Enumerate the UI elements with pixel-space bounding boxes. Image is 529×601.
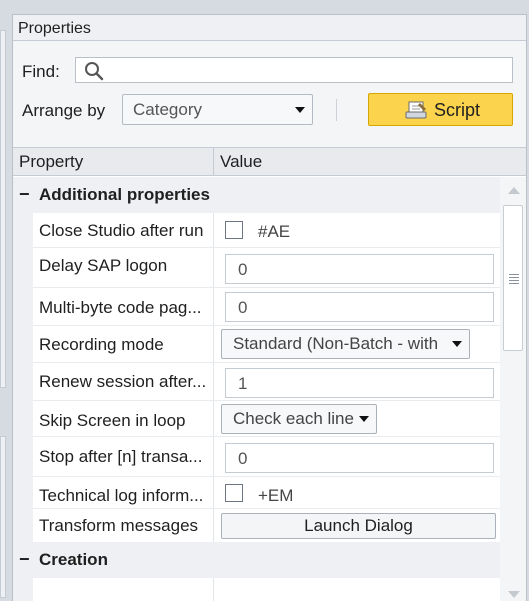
docked-panel-edge-lower[interactable] — [0, 436, 6, 598]
property-name: Technical log inform... — [39, 486, 204, 505]
column-divider[interactable] — [213, 148, 214, 176]
property-grid: Property Value − Additional properties C… — [13, 147, 526, 601]
scroll-up-icon[interactable] — [508, 187, 520, 194]
checkbox-text: #AE — [258, 222, 291, 241]
property-name: Renew session after... — [39, 372, 207, 391]
grip-line — [509, 277, 519, 278]
property-name: Delay SAP logon — [39, 256, 168, 275]
chevron-down-icon — [359, 416, 369, 422]
arrange-by-value: Category — [133, 100, 202, 119]
row-gutter — [13, 477, 33, 509]
row-gutter — [13, 326, 33, 363]
property-name: Transform messages — [39, 516, 199, 535]
script-button-label: Script — [434, 100, 481, 120]
column-line — [213, 248, 214, 288]
find-label: Find: — [22, 62, 60, 81]
property-row-technical-log[interactable]: Technical log inform... +EM — [13, 477, 500, 509]
skip-screen-value: Check each line — [233, 409, 354, 428]
arrange-by-label: Arrange by — [22, 101, 106, 120]
checkbox-text: +EM — [258, 486, 294, 505]
column-line — [213, 437, 214, 477]
renew-session-input[interactable]: 1 — [225, 368, 494, 398]
grip-line — [509, 274, 519, 275]
row-gutter — [13, 288, 33, 326]
chevron-down-icon — [295, 107, 305, 113]
grip-line — [509, 280, 519, 281]
column-header-value[interactable]: Value — [220, 152, 262, 172]
row-gutter — [13, 437, 33, 477]
collapse-icon[interactable]: − — [19, 184, 30, 205]
scroll-down-icon[interactable] — [508, 591, 520, 598]
search-icon — [85, 62, 104, 81]
technical-log-checkbox[interactable] — [225, 484, 243, 502]
property-row-transform-messages[interactable]: Transform messages Launch Dialog — [13, 509, 500, 542]
column-line — [213, 477, 214, 509]
row-gutter — [13, 401, 33, 437]
property-row-multi-byte[interactable]: Multi-byte code pag... 0 — [13, 288, 500, 326]
column-line — [213, 401, 214, 437]
arrange-by-select[interactable]: Category — [122, 94, 313, 125]
launch-dialog-button[interactable]: Launch Dialog — [221, 513, 496, 539]
script-icon — [405, 101, 427, 119]
property-row-stop-after[interactable]: Stop after [n] transa... 0 — [13, 437, 500, 477]
panel-title: Properties — [13, 15, 526, 41]
column-header-property[interactable]: Property — [19, 152, 83, 172]
collapse-icon[interactable]: − — [19, 549, 30, 570]
grip-line — [509, 283, 519, 284]
property-row-close-studio[interactable]: Close Studio after run #AE — [13, 213, 500, 248]
stop-after-input[interactable]: 0 — [225, 443, 494, 473]
find-input[interactable] — [75, 57, 513, 83]
category-additional-properties[interactable]: − Additional properties — [13, 177, 500, 213]
property-row-renew-session[interactable]: Renew session after... 1 — [13, 363, 500, 401]
toolbar-separator — [336, 99, 337, 121]
property-name: Recording mode — [39, 335, 164, 354]
script-button[interactable]: Script — [368, 93, 513, 126]
delay-sap-logon-input[interactable]: 0 — [225, 254, 494, 284]
row-gutter — [13, 363, 33, 401]
close-studio-checkbox[interactable] — [225, 221, 243, 239]
column-line — [213, 213, 214, 248]
recording-mode-select[interactable]: Standard (Non-Batch - with — [221, 329, 470, 359]
property-name: Skip Screen in loop — [39, 411, 186, 430]
property-row-skip-screen[interactable]: Skip Screen in loop Check each line — [13, 401, 500, 437]
row-gutter — [13, 578, 33, 601]
property-name: Multi-byte code pag... — [39, 298, 202, 317]
property-row-partial[interactable] — [13, 578, 500, 601]
scrollbar-thumb[interactable] — [503, 205, 523, 351]
properties-panel: Properties Find: Arrange by Category Scr… — [12, 14, 527, 601]
column-line — [213, 326, 214, 363]
row-gutter — [13, 509, 33, 542]
grid-header: Property Value — [13, 147, 526, 176]
row-gutter — [13, 213, 33, 248]
property-name: Close Studio after run — [39, 221, 204, 240]
docked-panel-edge[interactable] — [0, 30, 6, 388]
category-label: Creation — [39, 550, 108, 569]
left-edge — [0, 0, 12, 600]
property-name: Stop after [n] transa... — [39, 447, 203, 466]
column-line — [213, 288, 214, 326]
chevron-down-icon — [452, 341, 462, 347]
vertical-scrollbar[interactable] — [500, 177, 526, 601]
multi-byte-input[interactable]: 0 — [225, 292, 494, 322]
category-label: Additional properties — [39, 185, 210, 204]
property-row-recording-mode[interactable]: Recording mode Standard (Non-Batch - wit… — [13, 326, 500, 363]
category-creation[interactable]: − Creation — [13, 542, 500, 578]
property-row-delay-sap-logon[interactable]: Delay SAP logon 0 — [13, 248, 500, 288]
column-line — [213, 363, 214, 401]
column-line — [213, 578, 214, 601]
column-line — [213, 509, 214, 542]
recording-mode-value: Standard (Non-Batch - with — [233, 334, 439, 353]
row-gutter — [13, 248, 33, 288]
skip-screen-select[interactable]: Check each line — [221, 404, 377, 434]
